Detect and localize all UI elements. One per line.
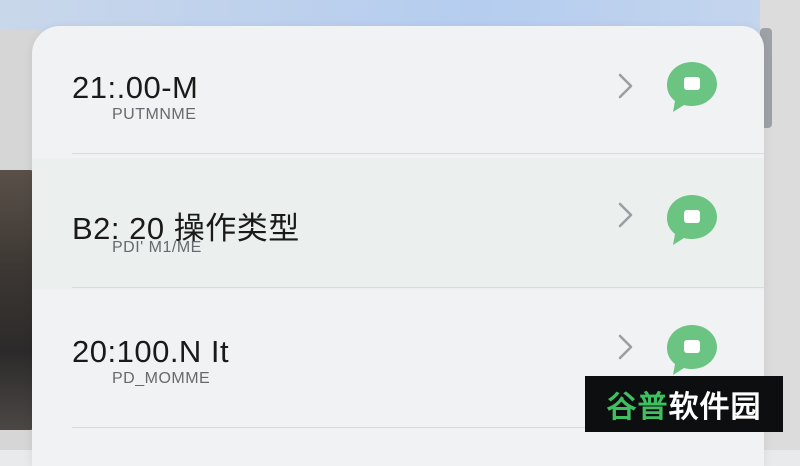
chevron-right-icon[interactable] xyxy=(614,200,638,230)
item-title: 21:.00-M xyxy=(72,70,199,105)
chevron-right-icon[interactable] xyxy=(614,71,638,101)
background-photo xyxy=(0,170,36,430)
watermark-logo: 谷普软件园 xyxy=(585,376,783,432)
chat-bubble-icon[interactable] xyxy=(664,59,720,115)
item-subtitle: PDI' M1/ME xyxy=(112,239,202,256)
item-title: 20:100.N It xyxy=(72,334,230,369)
item-subtitle: PUTMNME xyxy=(112,106,197,123)
divider xyxy=(72,287,764,288)
watermark-text-brand: 谷普 xyxy=(606,390,669,425)
watermark-text-site: 软件园 xyxy=(668,390,762,425)
chevron-right-icon[interactable] xyxy=(614,332,638,362)
divider xyxy=(72,153,764,154)
item-subtitle: PD_MOMME xyxy=(112,370,211,387)
chat-bubble-icon[interactable] xyxy=(664,322,720,378)
chat-bubble-icon[interactable] xyxy=(664,192,720,248)
list-item[interactable]: B2: 20 操作类型 PDI' M1/ME xyxy=(32,158,764,290)
list-item[interactable]: 21:.00-M PUTMNME xyxy=(32,26,764,158)
